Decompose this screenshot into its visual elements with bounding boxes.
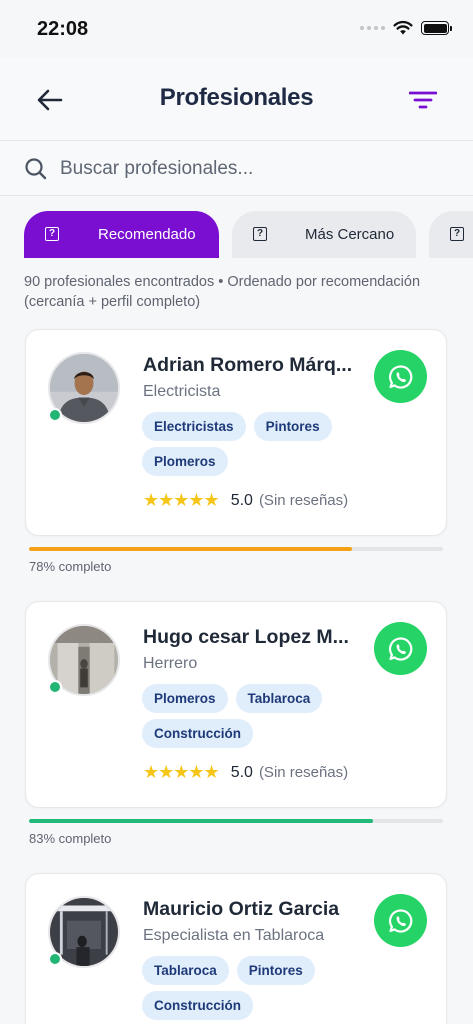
search-bar	[0, 141, 473, 196]
chip-mas-cercano[interactable]: ? Más Cercano	[232, 211, 416, 258]
online-indicator	[48, 952, 62, 966]
whatsapp-button[interactable]	[374, 894, 427, 947]
professional-role: Electricista	[143, 383, 221, 400]
rating-value: 5.0	[230, 763, 253, 781]
tag: Construcción	[142, 991, 254, 1020]
professional-card[interactable]: Mauricio Ortiz Garcia Especialista en Ta…	[25, 873, 447, 1024]
tag: Plomeros	[142, 447, 228, 476]
professional-name: Adrian Romero Márq...	[143, 354, 353, 376]
rating-value: 5.0	[230, 491, 253, 509]
rating: ★★★★★ 5.0 (Sin reseñas)	[143, 762, 348, 783]
whatsapp-icon	[388, 364, 412, 389]
cellular-signal-icon	[360, 26, 385, 30]
sort-chips: ? Recomendado ? Más Cercano ?	[0, 196, 473, 258]
tag-list: Electricistas Pintores Plomeros	[142, 412, 362, 476]
status-icons	[360, 20, 452, 36]
professional-card[interactable]: Adrian Romero Márq... Electricista Elect…	[25, 329, 447, 536]
tag: Tablaroca	[142, 956, 229, 985]
status-bar: 22:08	[0, 0, 473, 58]
chip-label: Más Cercano	[305, 226, 395, 243]
progress-fill	[29, 819, 373, 823]
star-rating-icon: ★★★★★	[143, 762, 220, 782]
tag: Construcción	[142, 719, 254, 748]
profile-progress-bar	[29, 819, 443, 823]
placeholder-icon: ?	[253, 227, 267, 241]
progress-label: 78% completo	[29, 559, 112, 574]
tag: Pintores	[236, 956, 315, 985]
professional-role: Herrero	[143, 655, 198, 672]
tag: Plomeros	[142, 684, 228, 713]
tag: Electricistas	[142, 412, 246, 441]
professional-role: Especialista en Tablaroca	[143, 927, 325, 944]
online-indicator	[48, 680, 62, 694]
progress-fill	[29, 547, 352, 551]
placeholder-icon: ?	[45, 227, 59, 241]
tag-list: Plomeros Tablaroca Construcción	[142, 684, 362, 748]
search-icon	[25, 158, 47, 180]
whatsapp-button[interactable]	[374, 622, 427, 675]
tag: Pintores	[253, 412, 332, 441]
online-indicator	[48, 408, 62, 422]
chip-more[interactable]: ?	[429, 211, 473, 258]
progress-label: 83% completo	[29, 831, 112, 846]
tag: Tablaroca	[235, 684, 323, 713]
professional-name: Mauricio Ortiz Garcia	[143, 898, 340, 920]
whatsapp-icon	[388, 908, 412, 933]
profile-progress-bar	[29, 547, 443, 551]
app-header: Profesionales	[0, 58, 473, 141]
status-time: 22:08	[37, 18, 89, 40]
star-rating-icon: ★★★★★	[143, 490, 220, 510]
chip-label: Recomendado	[98, 226, 196, 243]
chip-recomendado[interactable]: ? Recomendado	[24, 211, 219, 258]
reviews-count: (Sin reseñas)	[258, 492, 349, 509]
filter-icon	[409, 91, 437, 109]
reviews-count: (Sin reseñas)	[258, 764, 349, 781]
whatsapp-icon	[388, 636, 412, 661]
rating: ★★★★★ 5.0 (Sin reseñas)	[143, 490, 348, 511]
wifi-icon	[393, 20, 413, 35]
battery-icon	[421, 21, 452, 35]
professional-card[interactable]: Hugo cesar Lopez M... Herrero Plomeros T…	[25, 601, 447, 808]
whatsapp-button[interactable]	[374, 350, 427, 403]
placeholder-icon: ?	[450, 227, 464, 241]
filter-button[interactable]	[403, 80, 443, 120]
search-input[interactable]	[60, 153, 450, 185]
results-info: 90 profesionales encontrados • Ordenado …	[24, 274, 421, 310]
professional-name: Hugo cesar Lopez M...	[143, 626, 349, 648]
tag-list: Tablaroca Pintores Construcción	[142, 956, 362, 1020]
